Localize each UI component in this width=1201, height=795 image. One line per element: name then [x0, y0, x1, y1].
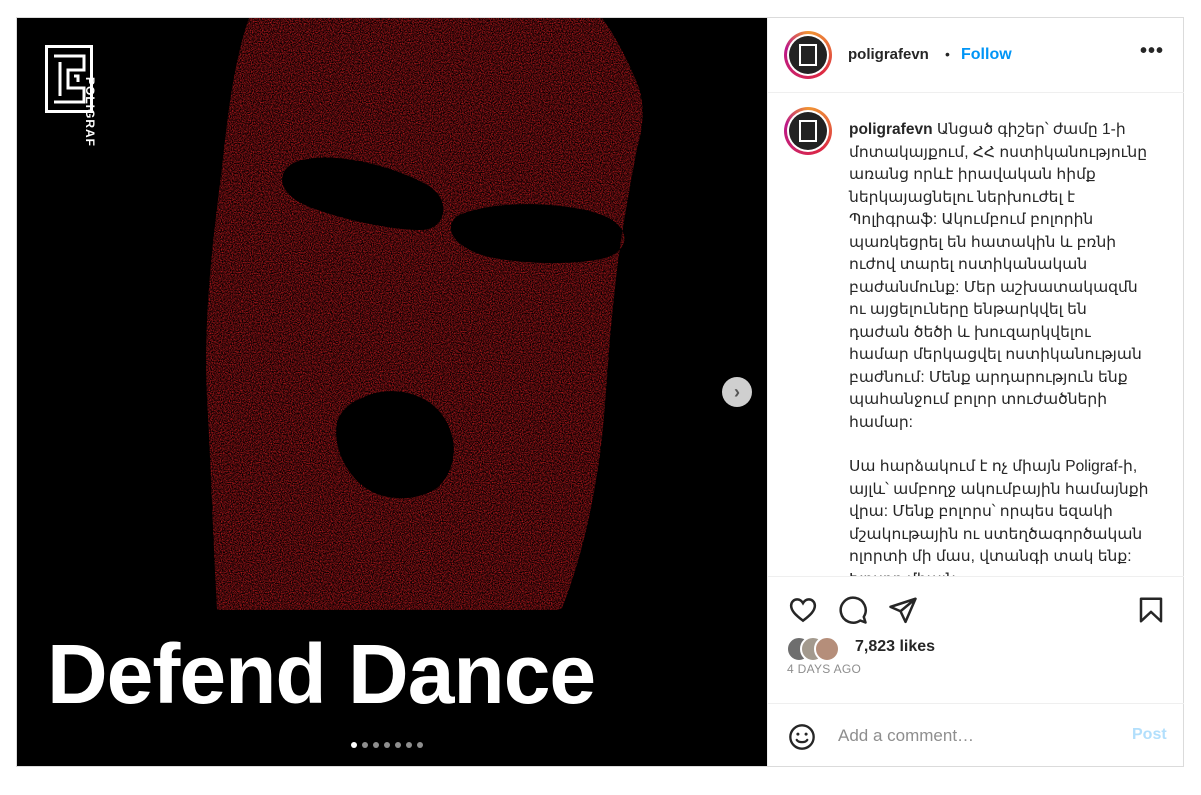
post-sidebar: poligrafevn • Follow ••• poligrafevn Անց… [767, 18, 1184, 766]
comment-input[interactable] [836, 721, 1110, 751]
carousel-dot [362, 742, 368, 748]
author-avatar[interactable] [784, 31, 832, 79]
follow-button[interactable]: Follow [961, 46, 1012, 64]
post-header: poligrafevn • Follow ••• [768, 18, 1184, 93]
post-caption: poligrafevn Անցած գիշեր՝ ժամը 1-ի մոտակա… [849, 119, 1149, 576]
post-date[interactable]: 4 DAYS AGO [787, 662, 861, 676]
post-comment-button[interactable]: Post [1132, 726, 1167, 744]
carousel-dot [395, 742, 401, 748]
caption-paragraph-1: Անցած գիշեր՝ ժամը 1-ի մոտակայքում, ՀՀ ոս… [849, 121, 1148, 431]
logo-mini-icon [799, 120, 817, 142]
comment-bar: Post [768, 703, 1184, 766]
separator-dot: • [945, 46, 950, 62]
carousel-dot [384, 742, 390, 748]
paper-plane-icon[interactable] [888, 595, 918, 625]
caption-scroll-area[interactable]: poligrafevn Անցած գիշեր՝ ժամը 1-ի մոտակա… [768, 92, 1184, 577]
bookmark-icon[interactable] [1136, 595, 1166, 625]
balaclava-image [206, 18, 643, 610]
chevron-right-icon: › [734, 381, 740, 402]
emoji-icon[interactable] [788, 723, 816, 751]
author-username[interactable]: poligrafevn [848, 46, 929, 63]
caption-paragraph-2: Սա հարձակում է ոչ միայն Poligraf-ի, այլև… [849, 458, 1149, 576]
caption-avatar[interactable] [784, 107, 832, 155]
comment-icon[interactable] [838, 595, 868, 625]
post-card: POLIGRAF Defend Dance › poligrafevn • Fo… [16, 17, 1184, 767]
likes-count[interactable]: 7,823 likes [855, 638, 935, 656]
carousel-dot [406, 742, 412, 748]
caption-username[interactable]: poligrafevn [849, 121, 933, 138]
carousel-next-button[interactable]: › [722, 377, 752, 407]
post-actions [768, 576, 1184, 632]
heart-icon[interactable] [788, 595, 818, 625]
liker-avatar [814, 636, 840, 662]
carousel-dot [373, 742, 379, 748]
more-options-icon[interactable]: ••• [1140, 40, 1164, 63]
carousel-dot [417, 742, 423, 748]
post-media[interactable]: POLIGRAF Defend Dance › [17, 18, 767, 766]
post-headline: Defend Dance [47, 627, 596, 721]
carousel-dot [351, 742, 357, 748]
carousel-dots [351, 742, 423, 748]
logo-mini-icon [799, 44, 817, 66]
